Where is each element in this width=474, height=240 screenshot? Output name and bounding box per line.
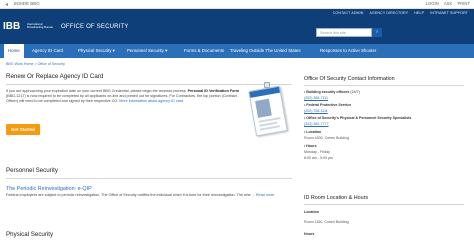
hours-days: Monday - Friday (304, 150, 330, 154)
agency-directory-link[interactable]: AGENCY DIRECTORY (370, 11, 409, 15)
divider (6, 178, 292, 179)
read-more-link[interactable]: Read more (256, 193, 274, 197)
get-started-button[interactable]: Get Started (6, 124, 40, 135)
breadcrumb[interactable]: BBG Work Home > Office of Security (6, 62, 65, 66)
office-title: OFFICE OF SECURITY (61, 24, 129, 30)
back-arrow-icon[interactable]: ◂ (5, 1, 8, 8)
nav-traveling[interactable]: Traveling Outside The United States (226, 44, 305, 58)
ibb-logo[interactable]: IBB (3, 22, 25, 32)
nav-agency-id-card[interactable]: Agency ID Card (28, 44, 67, 58)
periodic-reinvestigation-link[interactable]: The Periodic Reinvestigation: e-QIP (6, 186, 92, 192)
browser-toolbar: ◂ INSIDE BBG LOGIN ASK PRINT (0, 0, 474, 9)
nav-personnel-security[interactable]: Personnel Security ▾ (123, 44, 171, 58)
login-link[interactable]: LOGIN (426, 1, 439, 6)
contact-phone[interactable]: (202) 708-1111 (304, 109, 328, 113)
physical-security-title: Physical Security (6, 231, 54, 238)
print-link[interactable]: PRINT (457, 1, 470, 6)
more-info-link[interactable]: More information about agency ID card. (119, 99, 184, 103)
logo-text: International Broadcasting Bureau (27, 22, 54, 30)
hours-label: • Hours (304, 144, 317, 148)
contact-label: • Building security officers (24/7) (304, 90, 360, 94)
id-card-icon (248, 85, 288, 137)
piv-form-label: Personal ID Verification Form (187, 89, 240, 93)
search-button[interactable]: › (372, 28, 382, 37)
id-location-value: Room 1160, Cohen Building (304, 220, 349, 224)
nav-home[interactable]: Home (4, 44, 24, 58)
contact-label: • Office of Security's Physical & Person… (304, 116, 412, 120)
personnel-description: Federal employees are subject to periodi… (6, 193, 296, 198)
utility-links: CONTACT ADMIN AGENCY DIRECTORY HELP INTR… (328, 11, 468, 15)
site-name: INSIDE BBG (14, 1, 40, 6)
hours-time: 8:00 am - 5:00 pm (304, 156, 334, 160)
contact-phone[interactable]: (202) 365-7111 (304, 96, 328, 100)
help-link[interactable]: HELP (414, 11, 424, 15)
divider (304, 204, 464, 205)
contact-admin-link[interactable]: CONTACT ADMIN (333, 11, 364, 15)
nav-physical-security[interactable]: Physical Security ▾ (74, 44, 119, 58)
divider (304, 85, 464, 86)
nav-active-shooter[interactable]: Responses to Active Shooter (316, 44, 380, 58)
search-input[interactable]: Search this site (316, 28, 372, 37)
ask-link[interactable]: ASK (444, 1, 452, 6)
renew-text: If you are approaching your expiration d… (6, 89, 188, 93)
id-hours-label: Hours (304, 232, 315, 236)
contact-info-title: Office Of Security Contact Information (304, 76, 395, 82)
id-location-label: Location (304, 210, 319, 214)
contact-phone[interactable]: (202) 382-7777 (304, 122, 329, 126)
browser-tools: LOGIN ASK PRINT (422, 1, 470, 6)
location-value: Room 4300, Cohen Building (304, 136, 349, 140)
intranet-support-link[interactable]: INTRANET SUPPORT (430, 11, 468, 15)
renew-id-title: Renew Or Replace Agency ID Card (6, 73, 104, 80)
nav-forms-documents[interactable]: Forms & Documents (180, 44, 228, 58)
personnel-security-title: Personnel Security (6, 167, 58, 174)
location-label: • Location (304, 130, 322, 134)
id-room-title: ID Room Location & Hours (304, 195, 369, 201)
divider (6, 84, 292, 85)
personnel-text: Federal employees are subject to periodi… (6, 193, 255, 197)
main-nav: Home Agency ID Card Physical Security ▾ … (0, 44, 474, 58)
site-header: CONTACT ADMIN AGENCY DIRECTORY HELP INTR… (0, 9, 474, 44)
renew-description: If you are approaching your expiration d… (6, 89, 242, 104)
contact-label: • Federal Protective Service (304, 103, 352, 107)
